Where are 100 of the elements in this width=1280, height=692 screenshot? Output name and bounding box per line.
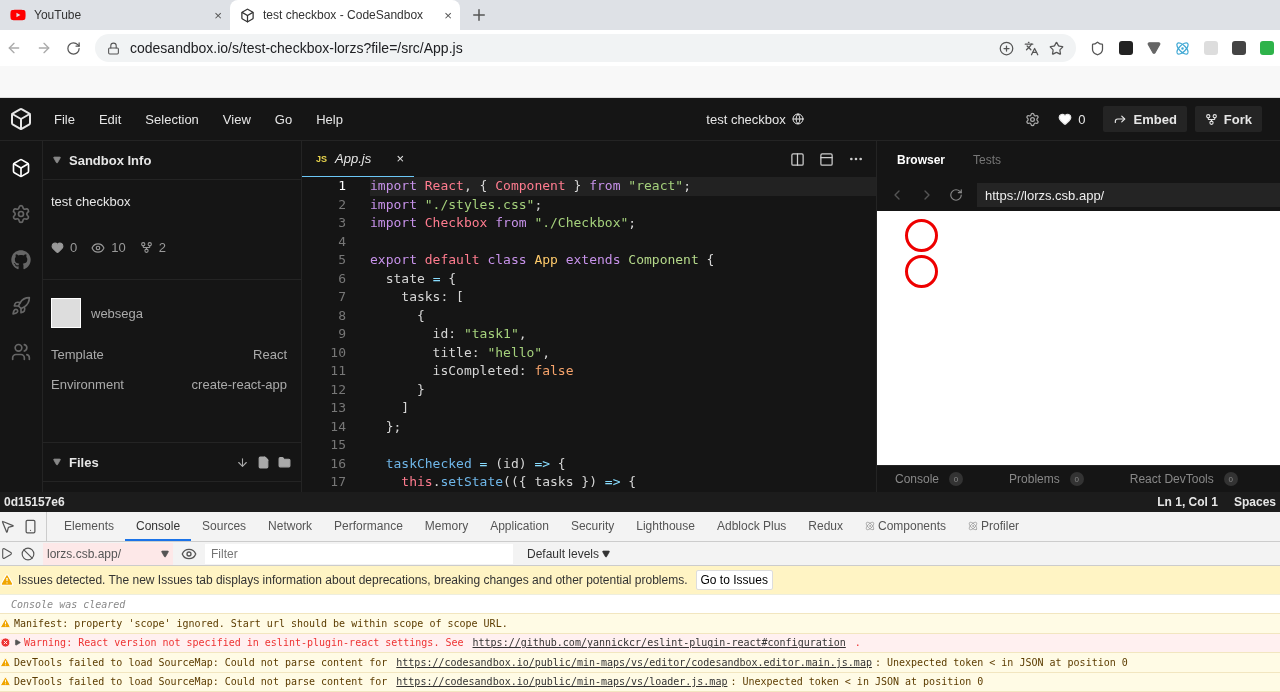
section-title[interactable]: Files	[69, 454, 228, 470]
people-icon[interactable]	[11, 342, 31, 362]
warning-icon	[0, 573, 14, 587]
new-tab-button[interactable]	[470, 6, 488, 24]
expand-arrow-icon[interactable]	[14, 639, 21, 647]
new-folder-icon[interactable]	[278, 455, 291, 469]
translate-icon[interactable]	[1024, 40, 1039, 56]
view-count: 10	[111, 240, 126, 255]
fork-button[interactable]: Fork	[1194, 106, 1262, 132]
console-message: .	[853, 637, 861, 649]
tab-close-button[interactable]: ×	[444, 7, 452, 23]
tab-title: YouTube	[34, 8, 83, 22]
tab-close-button[interactable]: ×	[214, 7, 222, 23]
line-number: 1	[337, 177, 347, 195]
fork-icon	[1204, 112, 1218, 126]
cube-logo-icon[interactable]	[9, 107, 33, 131]
devtools-tab[interactable]: Profiler	[957, 512, 1031, 541]
code-line: id: "task1",	[431, 325, 528, 343]
extension-icon[interactable]	[1147, 41, 1161, 55]
device-toolbar-icon[interactable]	[23, 519, 38, 534]
context-selector[interactable]: lorzs.csb.app/	[43, 542, 173, 565]
code-line: {	[415, 306, 426, 325]
preview-tab[interactable]: Browser	[887, 153, 956, 167]
devtools-tab[interactable]: Redux	[797, 512, 854, 541]
share-arrow-icon	[1113, 112, 1128, 126]
new-file-icon[interactable]	[257, 455, 270, 469]
go-to-issues-button[interactable]: Go to Issues	[695, 570, 773, 590]
cube-icon[interactable]	[11, 158, 31, 178]
menu-item[interactable]: Help	[304, 111, 355, 127]
code-line: state = {	[384, 269, 458, 288]
browser-tab[interactable]: test checkbox - CodeSandbox ×	[230, 0, 460, 30]
extension-icon[interactable]	[1232, 41, 1246, 55]
line-number: 9	[337, 325, 347, 343]
issues-message: Issues detected. The new Issues tab displays information about deprecations, breaking changes and other potential problems.	[18, 573, 688, 587]
add-icon[interactable]	[999, 40, 1014, 56]
console-tab[interactable]: Console 0	[895, 472, 964, 486]
line-number: 4	[337, 232, 347, 251]
preview-window-icon[interactable]	[819, 151, 834, 167]
devtools-tab[interactable]: Performance	[323, 512, 414, 541]
line-number: 5	[337, 251, 347, 269]
devtools-tab[interactable]: Elements	[53, 512, 126, 541]
line-number: 7	[337, 288, 347, 306]
reload-button[interactable]	[66, 40, 81, 56]
heart-icon[interactable]	[1058, 112, 1073, 126]
extension-icon[interactable]	[1090, 40, 1105, 56]
devtools-tab[interactable]: Lighthouse	[625, 512, 706, 541]
sidebar-toggle-icon[interactable]	[0, 547, 13, 560]
code-line: title: "hello",	[431, 343, 552, 362]
devtools-tab[interactable]: Network	[257, 512, 324, 541]
tab-label: Problems	[1009, 472, 1060, 486]
embed-button[interactable]: Embed	[1103, 106, 1187, 132]
console-link[interactable]: https://codesandbox.io/public/min-maps/vs/loader.js.map	[396, 676, 728, 688]
devtools-tab[interactable]: Memory	[413, 512, 480, 541]
sandbox-name: test checkbox	[50, 193, 132, 209]
reload-icon[interactable]	[949, 188, 963, 202]
round-checkbox[interactable]	[905, 255, 938, 288]
levels-dropdown[interactable]: Default levels	[521, 545, 617, 562]
line-number: 12	[329, 380, 347, 399]
console-message: Console was cleared	[11, 598, 126, 610]
console-link[interactable]: https://github.com/yannickcr/eslint-plugin-react#configuration	[472, 637, 846, 649]
split-view-icon[interactable]	[790, 151, 805, 167]
address-bar[interactable]: codesandbox.io/s/test-checkbox-lorzs?file=/src/App.js	[95, 34, 1076, 62]
tab-label: Console	[895, 472, 940, 486]
warning-icon	[0, 676, 11, 688]
inspect-icon[interactable]	[0, 519, 15, 534]
extension-icon[interactable]	[1119, 41, 1133, 55]
like-count: 0	[70, 240, 78, 255]
rocket-icon[interactable]	[11, 296, 31, 316]
devtools-tab[interactable]: Sources	[191, 512, 258, 541]
browser-tab[interactable]: YouTube ×	[0, 0, 230, 30]
devtools-tab[interactable]: Components	[854, 512, 958, 541]
devtools-tab[interactable]: Adblock Plus	[705, 512, 798, 541]
filter-field[interactable]: Filter	[205, 543, 513, 564]
download-icon[interactable]	[236, 455, 249, 469]
menu-item[interactable]: Go	[262, 111, 305, 127]
devtools-tab[interactable]: Security	[559, 512, 626, 541]
menu-item[interactable]: Edit	[86, 111, 134, 127]
bookmark-star-icon[interactable]	[1049, 40, 1064, 56]
devtools-tab[interactable]: Application	[479, 512, 560, 541]
settings-icon[interactable]	[1025, 111, 1041, 127]
round-checkbox[interactable]	[905, 219, 938, 252]
preview-url-field[interactable]: https://lorzs.csb.app/	[977, 183, 1280, 207]
console-message: Warning: React version not specified in eslint-plugin-react settings. See	[24, 637, 465, 649]
react-icon[interactable]	[1175, 40, 1190, 56]
github-icon[interactable]	[11, 250, 31, 270]
settings-icon[interactable]	[11, 204, 31, 224]
menu-item[interactable]: View	[210, 111, 263, 127]
code-line: };	[384, 417, 403, 436]
collapse-caret-icon[interactable]	[53, 458, 61, 466]
preview-tab[interactable]: Tests	[963, 153, 1012, 167]
tab-label: React DevTools	[1129, 472, 1214, 486]
console-link[interactable]: https://codesandbox.io/public/min-maps/vs/editor/codesandbox.editor.main.js.map	[396, 656, 872, 668]
line-number: 2	[337, 195, 347, 214]
menu-item[interactable]: File	[42, 111, 87, 127]
heart-icon	[51, 241, 64, 254]
youtube-icon	[10, 7, 26, 23]
menu-item[interactable]: Selection	[133, 111, 211, 127]
detail-label: Environment	[51, 377, 124, 392]
clear-console-icon[interactable]	[21, 546, 35, 561]
section-header[interactable]: Sandbox Info	[43, 141, 301, 180]
